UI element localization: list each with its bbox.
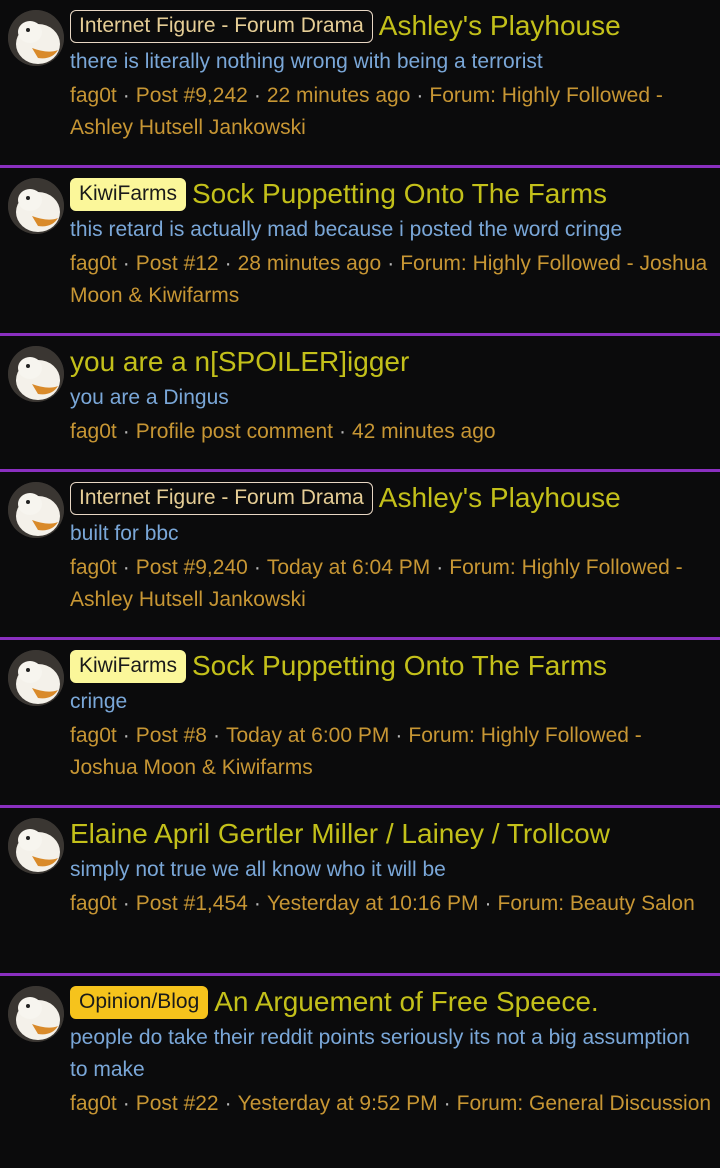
post-snippet: people do take their reddit points serio… xyxy=(70,1026,690,1081)
post-snippet: you are a Dingus xyxy=(70,386,229,409)
post-snippet: this retard is actually mad because i po… xyxy=(70,218,623,241)
post-time: Yesterday at 10:16 PM xyxy=(266,892,479,915)
post-snippet: there is literally nothing wrong with be… xyxy=(70,50,543,73)
result-meta: fag0t · Post #12 · 28 minutes ago · Forum: Hig… xyxy=(70,252,708,307)
search-result-item: KiwiFarms Sock Puppetting Onto The Farms … xyxy=(0,640,720,808)
result-meta: fag0t · Post #1,454 · Yesterday at 10:16 PM ·… xyxy=(70,892,695,915)
search-results-feed: Internet Figure - Forum Drama Ashley's Pl… xyxy=(0,0,720,1168)
user-avatar[interactable] xyxy=(8,346,64,402)
post-time: Yesterday at 9:52 PM xyxy=(237,1092,438,1115)
post-time: 28 minutes ago xyxy=(237,252,382,275)
search-result-item: KiwiFarms Sock Puppetting Onto The Farms … xyxy=(0,168,720,336)
post-number[interactable]: Post #9,242 xyxy=(136,84,248,107)
author-link[interactable]: fag0t xyxy=(70,84,117,107)
result-meta: fag0t · Post #8 · Today at 6:00 PM · Forum: Hi… xyxy=(70,724,642,779)
post-time: Today at 6:00 PM xyxy=(225,724,390,747)
prefix-badge[interactable]: Opinion/Blog xyxy=(70,986,209,1019)
prefix-badge[interactable]: Internet Figure - Forum Drama xyxy=(70,482,373,515)
post-time: 42 minutes ago xyxy=(351,420,496,443)
result-meta: fag0t · Post #22 · Yesterday at 9:52 PM · Foru… xyxy=(70,1092,712,1115)
post-number[interactable]: Post #8 xyxy=(136,724,207,747)
post-snippet: cringe xyxy=(70,690,128,713)
thread-title-link[interactable]: Ashley's Playhouse xyxy=(379,482,621,513)
user-avatar[interactable] xyxy=(8,818,64,874)
duck-avatar-icon xyxy=(8,818,64,874)
thread-title-link[interactable]: Sock Puppetting Onto The Farms xyxy=(192,178,607,209)
author-link[interactable]: fag0t xyxy=(70,892,117,915)
forum-link[interactable]: Forum: Beauty Salon xyxy=(498,892,695,915)
user-avatar[interactable] xyxy=(8,10,64,66)
forum-link[interactable]: Forum: General Discussion xyxy=(457,1092,711,1115)
post-number[interactable]: Post #1,454 xyxy=(136,892,248,915)
author-link[interactable]: fag0t xyxy=(70,724,117,747)
user-avatar[interactable] xyxy=(8,650,64,706)
author-link[interactable]: fag0t xyxy=(70,1092,117,1115)
search-result-item: Internet Figure - Forum Drama Ashley's Pl… xyxy=(0,472,720,640)
result-meta: fag0t · Profile post comment · 42 minutes ag… xyxy=(70,420,496,443)
post-type[interactable]: Profile post comment xyxy=(136,420,333,443)
post-number[interactable]: Post #12 xyxy=(136,252,219,275)
search-result-item: Internet Figure - Forum Drama Ashley's Pl… xyxy=(0,0,720,168)
duck-avatar-icon xyxy=(8,482,64,538)
author-link[interactable]: fag0t xyxy=(70,252,117,275)
author-link[interactable]: fag0t xyxy=(70,556,117,579)
result-meta: fag0t · Post #9,240 · Today at 6:04 PM · Forum… xyxy=(70,556,683,611)
result-meta: fag0t · Post #9,242 · 22 minutes ago · Forum: … xyxy=(70,84,663,139)
author-link[interactable]: fag0t xyxy=(70,420,117,443)
prefix-badge[interactable]: KiwiFarms xyxy=(70,178,186,211)
post-snippet: built for bbc xyxy=(70,522,179,545)
thread-title-link[interactable]: Elaine April Gertler Miller / Lainey / T… xyxy=(70,818,610,849)
post-number[interactable]: Post #9,240 xyxy=(136,556,248,579)
thread-title-link[interactable]: Sock Puppetting Onto The Farms xyxy=(192,650,607,681)
post-snippet: simply not true we all know who it will … xyxy=(70,858,446,881)
duck-avatar-icon xyxy=(8,346,64,402)
post-time: 22 minutes ago xyxy=(266,84,411,107)
duck-avatar-icon xyxy=(8,986,64,1042)
user-avatar[interactable] xyxy=(8,482,64,538)
duck-avatar-icon xyxy=(8,178,64,234)
user-avatar[interactable] xyxy=(8,178,64,234)
post-number[interactable]: Post #22 xyxy=(136,1092,219,1115)
search-result-item: Opinion/Blog An Arguement of Free Speece.… xyxy=(0,976,720,1168)
post-time: Today at 6:04 PM xyxy=(266,556,431,579)
thread-title-link[interactable]: Ashley's Playhouse xyxy=(379,10,621,41)
thread-title-link[interactable]: you are a n[SPOILER]igger xyxy=(70,346,409,377)
prefix-badge[interactable]: Internet Figure - Forum Drama xyxy=(70,10,373,43)
search-result-item: Elaine April Gertler Miller / Lainey / T… xyxy=(0,808,720,976)
duck-avatar-icon xyxy=(8,650,64,706)
user-avatar[interactable] xyxy=(8,986,64,1042)
duck-avatar-icon xyxy=(8,10,64,66)
search-result-item: you are a n[SPOILER]igger you are a Ding… xyxy=(0,336,720,472)
prefix-badge[interactable]: KiwiFarms xyxy=(70,650,186,683)
thread-title-link[interactable]: An Arguement of Free Speece. xyxy=(214,986,598,1017)
